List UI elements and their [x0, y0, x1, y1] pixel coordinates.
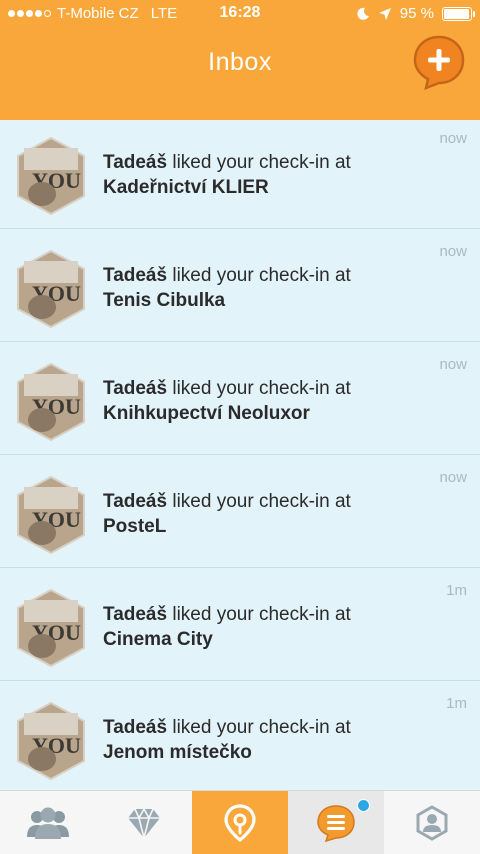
timestamp: 1m — [446, 695, 467, 712]
timestamp: 1m — [446, 582, 467, 599]
location-arrow-icon — [378, 7, 391, 20]
place-name[interactable]: Kadeřnictví KLIER — [103, 175, 440, 200]
avatar[interactable]: YOU — [12, 136, 90, 216]
notification-row[interactable]: YOU Tadeáš liked your check-in at Jenom … — [0, 681, 480, 794]
tab-bar — [0, 790, 480, 854]
timestamp: now — [439, 469, 467, 486]
tab-inbox[interactable] — [288, 791, 384, 854]
notification-row[interactable]: YOU Tadeáš liked your check-in at PosteL… — [0, 455, 480, 568]
avatar[interactable]: YOU — [12, 701, 90, 781]
notification-text: Tadeáš liked your check-in at Jenom míst… — [103, 715, 440, 765]
tab-profile[interactable] — [384, 791, 480, 854]
tab-diamond[interactable] — [96, 791, 192, 854]
action-text: liked your check-in at — [167, 378, 351, 399]
notification-row[interactable]: YOU Tadeáš liked your check-in at Kadeřn… — [0, 116, 480, 229]
battery-percent: 95 % — [399, 5, 434, 22]
notification-list: YOU Tadeáš liked your check-in at Kadeřn… — [0, 116, 480, 794]
avatar[interactable]: YOU — [12, 249, 90, 329]
place-name[interactable]: Knihkupectví Neoluxor — [103, 401, 440, 426]
timestamp: now — [439, 356, 467, 373]
notification-text: Tadeáš liked your check-in at PosteL — [103, 489, 440, 539]
notification-text: Tadeáš liked your check-in at Knihkupect… — [103, 376, 440, 426]
compose-button[interactable] — [412, 34, 466, 90]
action-text: liked your check-in at — [167, 265, 351, 286]
action-text: liked your check-in at — [167, 604, 351, 625]
user-name[interactable]: Tadeáš — [103, 265, 167, 286]
notification-row[interactable]: YOU Tadeáš liked your check-in at Cinema… — [0, 568, 480, 681]
tab-friends[interactable] — [0, 791, 96, 854]
page-title: Inbox — [208, 48, 272, 76]
timestamp: now — [439, 130, 467, 147]
place-name[interactable]: Jenom místečko — [103, 740, 440, 765]
avatar[interactable]: YOU — [12, 362, 90, 442]
avatar[interactable]: YOU — [12, 588, 90, 668]
place-name[interactable]: Cinema City — [103, 627, 440, 652]
friends-icon — [27, 807, 69, 839]
user-name[interactable]: Tadeáš — [103, 491, 167, 512]
action-text: liked your check-in at — [167, 717, 351, 738]
location-pin-icon — [224, 803, 256, 842]
inbox-bubble-icon — [317, 804, 355, 842]
battery-level — [444, 8, 469, 19]
place-name[interactable]: Tenis Cibulka — [103, 288, 440, 313]
moon-icon — [357, 7, 369, 20]
notification-badge — [357, 799, 370, 812]
avatar[interactable]: YOU — [12, 475, 90, 555]
user-name[interactable]: Tadeáš — [103, 152, 167, 173]
notification-text: Tadeáš liked your check-in at Kadeřnictv… — [103, 150, 440, 200]
action-text: liked your check-in at — [167, 152, 351, 173]
profile-icon — [416, 804, 448, 841]
notification-row[interactable]: YOU Tadeáš liked your check-in at Tenis … — [0, 229, 480, 342]
place-name[interactable]: PosteL — [103, 514, 440, 539]
diamond-icon — [128, 806, 160, 838]
battery-icon — [442, 6, 475, 21]
status-bar: T-Mobile CZ LTE 16:28 95 % — [0, 0, 480, 28]
header-wave-edge — [0, 98, 480, 114]
status-right: 95 % — [356, 5, 475, 22]
notification-row[interactable]: YOU Tadeáš liked your check-in at Knihku… — [0, 342, 480, 455]
tab-check-in[interactable] — [192, 791, 288, 854]
notification-text: Tadeáš liked your check-in at Tenis Cibu… — [103, 263, 440, 313]
timestamp: now — [439, 243, 467, 260]
user-name[interactable]: Tadeáš — [103, 604, 167, 625]
notification-text: Tadeáš liked your check-in at Cinema Cit… — [103, 602, 440, 652]
user-name[interactable]: Tadeáš — [103, 378, 167, 399]
action-text: liked your check-in at — [167, 491, 351, 512]
user-name[interactable]: Tadeáš — [103, 717, 167, 738]
